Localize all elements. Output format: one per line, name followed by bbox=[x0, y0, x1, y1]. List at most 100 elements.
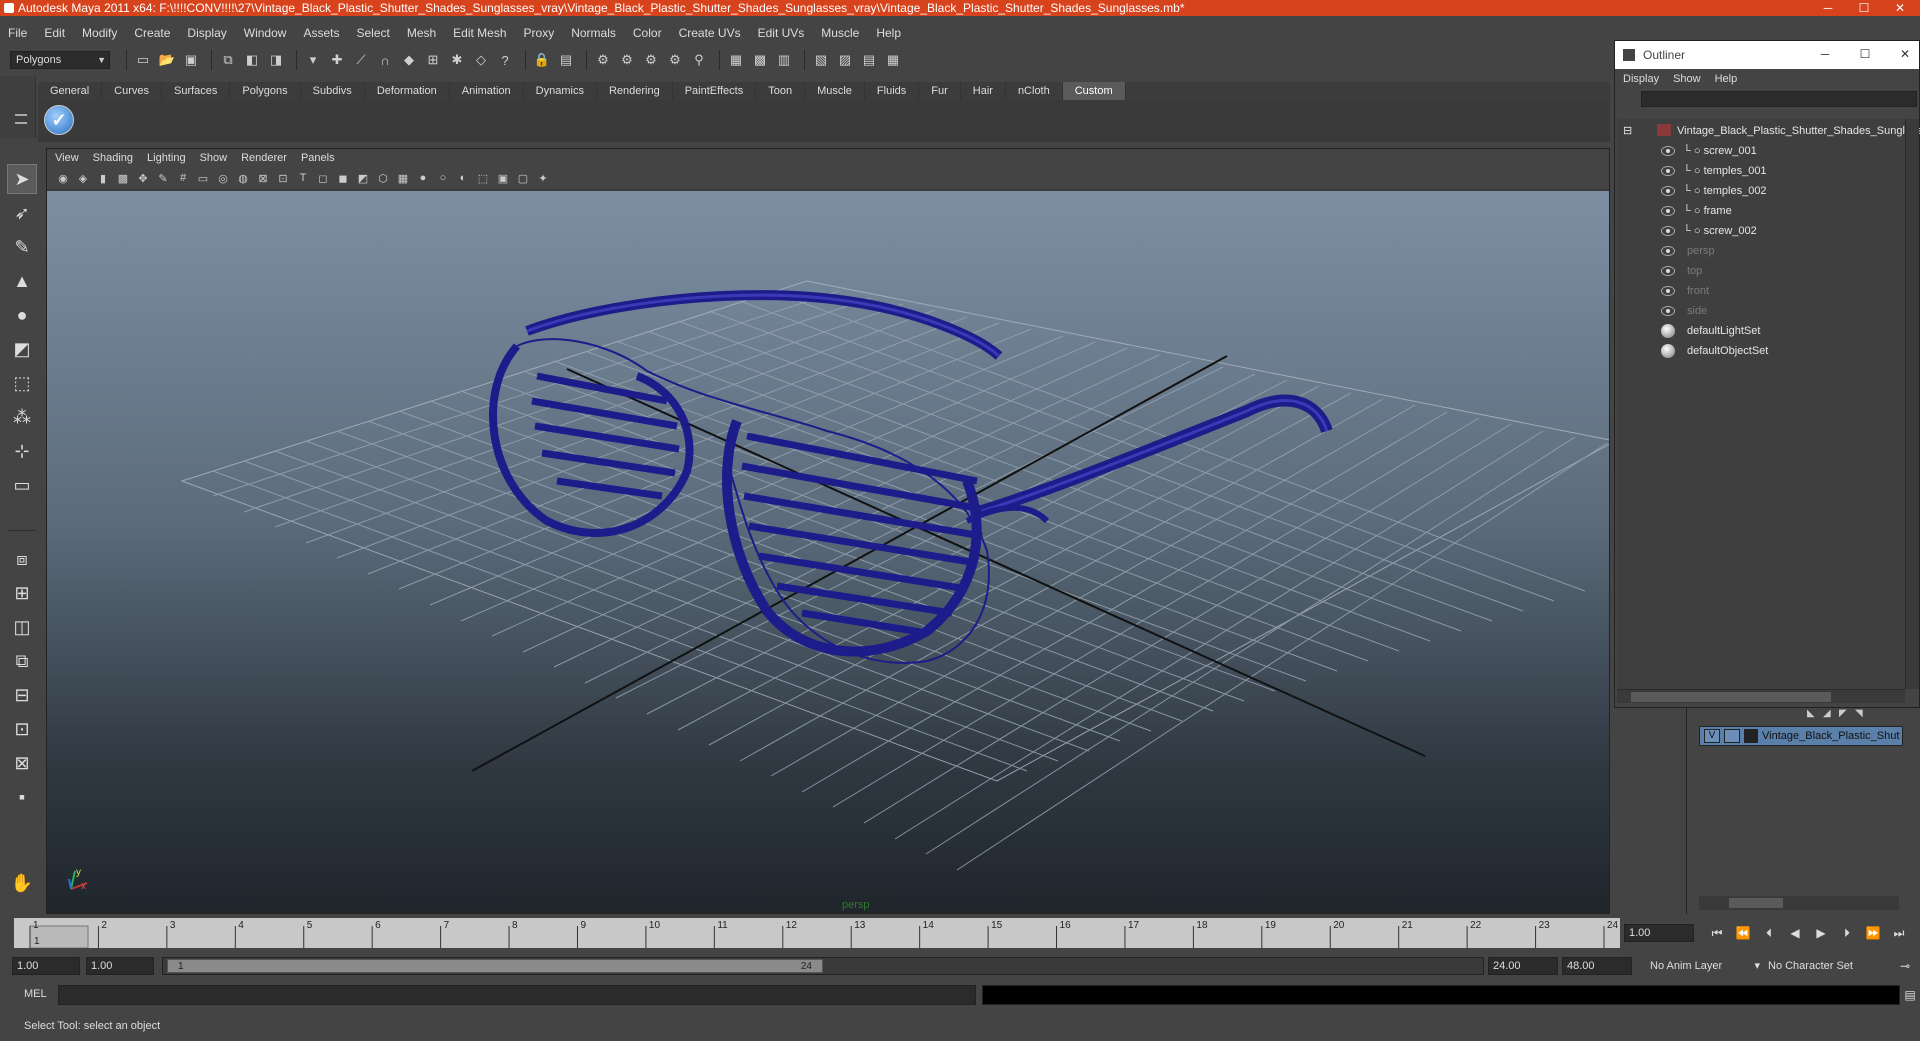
motion-blur-icon[interactable]: ✦ bbox=[535, 170, 551, 186]
tab-polygons[interactable]: Polygons bbox=[230, 82, 301, 100]
shelf-menu[interactable] bbox=[0, 76, 36, 138]
anim-layer-dropdown[interactable]: No Anim Layer ▾ bbox=[1650, 957, 1760, 975]
play-forwards-icon[interactable]: ▶ bbox=[1808, 923, 1834, 943]
layer-editor-icon[interactable]: ▦ bbox=[883, 50, 903, 70]
menu-proxy[interactable]: Proxy bbox=[524, 26, 555, 40]
menu-edit-mesh[interactable]: Edit Mesh bbox=[453, 26, 506, 40]
tab-fluids[interactable]: Fluids bbox=[865, 82, 920, 100]
layer-playback-toggle[interactable] bbox=[1724, 729, 1740, 743]
time-slider[interactable]: 1 2 3 4 5 6 7 8 9 10 11 12 13 14 15 16 17 18 19 20 21 22 23 24 1 bbox=[14, 918, 1620, 948]
new-layer-selected-icon[interactable]: ◢ bbox=[1823, 708, 1839, 722]
outliner-close-button[interactable]: ✕ bbox=[1895, 47, 1915, 61]
ol-menu-show[interactable]: Show bbox=[1673, 73, 1701, 85]
new-scene-icon[interactable]: ▭ bbox=[133, 50, 153, 70]
camera-attr-icon[interactable]: ◈ bbox=[75, 170, 91, 186]
list-item[interactable]: defaultLightSet bbox=[1617, 321, 1905, 341]
paint-select-icon[interactable]: ✎ bbox=[7, 232, 37, 262]
playback-start-field[interactable]: 1.00 bbox=[86, 957, 154, 975]
image-plane-icon[interactable]: ▩ bbox=[115, 170, 131, 186]
range-slider-thumb[interactable]: 1 24 bbox=[167, 959, 823, 973]
snap-point-icon[interactable]: ◆ bbox=[399, 50, 419, 70]
menu-window[interactable]: Window bbox=[244, 26, 287, 40]
default-light-icon[interactable]: ◐ bbox=[455, 170, 471, 186]
output-ops-icon[interactable]: ⚙ bbox=[617, 50, 637, 70]
show-manip-icon[interactable]: ⊹ bbox=[7, 436, 37, 466]
safe-title-icon[interactable]: T bbox=[295, 170, 311, 186]
hand-icon[interactable]: ✋ bbox=[7, 868, 37, 898]
ao-icon[interactable]: ▢ bbox=[515, 170, 531, 186]
camera-icon[interactable]: ◉ bbox=[55, 170, 71, 186]
collapse-toggle[interactable]: ⊟ bbox=[1623, 121, 1632, 141]
menu-select[interactable]: Select bbox=[356, 26, 389, 40]
input-ops-icon[interactable]: ⚙ bbox=[593, 50, 613, 70]
script-editor-icon[interactable]: ▤ bbox=[1900, 985, 1920, 1005]
outliner-vertical-scrollbar[interactable] bbox=[1905, 119, 1919, 689]
tab-rendering[interactable]: Rendering bbox=[597, 82, 673, 100]
menu-create[interactable]: Create bbox=[134, 26, 170, 40]
playback-end-field[interactable]: 24.00 bbox=[1488, 957, 1558, 975]
command-language-toggle[interactable]: MEL bbox=[24, 988, 47, 1000]
graph-editor-layout-icon[interactable]: ⊠ bbox=[7, 748, 37, 778]
range-slider-track[interactable]: 1 24 bbox=[162, 957, 1484, 975]
resolution-gate-icon[interactable]: ◎ bbox=[215, 170, 231, 186]
surface-icon[interactable]: ◇ bbox=[471, 50, 491, 70]
tab-muscle[interactable]: Muscle bbox=[805, 82, 865, 100]
bookmark-icon[interactable]: ▮ bbox=[95, 170, 111, 186]
vp-menu-view[interactable]: View bbox=[55, 152, 79, 164]
checkmark-icon[interactable]: ✓ bbox=[44, 105, 74, 135]
tab-dynamics[interactable]: Dynamics bbox=[524, 82, 597, 100]
vp-menu-panels[interactable]: Panels bbox=[301, 152, 335, 164]
selection-mask-icon[interactable]: ✚ bbox=[327, 50, 347, 70]
film-gate-icon[interactable]: ▭ bbox=[195, 170, 211, 186]
scrollbar-thumb[interactable] bbox=[1729, 898, 1783, 908]
step-back-key-icon[interactable]: ⏪ bbox=[1730, 923, 1756, 943]
outliner-search-input[interactable] bbox=[1641, 91, 1917, 107]
tab-deformation[interactable]: Deformation bbox=[365, 82, 450, 100]
hypershade-layout-icon[interactable]: ⊟ bbox=[7, 680, 37, 710]
save-scene-icon[interactable]: ▣ bbox=[181, 50, 201, 70]
tab-general[interactable]: General bbox=[38, 82, 103, 100]
layer-options-icon[interactable]: ◤ bbox=[1839, 708, 1855, 722]
smooth-shade-icon[interactable]: ◼ bbox=[335, 170, 351, 186]
scrollbar-thumb[interactable] bbox=[1631, 692, 1831, 702]
2d-pan-icon[interactable]: ✥ bbox=[135, 170, 151, 186]
four-pane-layout-icon[interactable]: ⊞ bbox=[7, 578, 37, 608]
persp-outliner-layout-icon[interactable]: ⊡ bbox=[7, 714, 37, 744]
tab-ncloth[interactable]: nCloth bbox=[1006, 82, 1063, 100]
tab-hair[interactable]: Hair bbox=[961, 82, 1006, 100]
list-item-root[interactable]: Vintage_Black_Plastic_Shutter_Shades_Sun… bbox=[1657, 121, 1920, 141]
filter-icon[interactable]: ▾ bbox=[303, 50, 323, 70]
tab-fur[interactable]: Fur bbox=[919, 82, 961, 100]
outliner-persp-layout-icon[interactable]: ◫ bbox=[7, 612, 37, 642]
menu-set-selector[interactable]: Polygons ▼ bbox=[10, 51, 110, 69]
tab-surfaces[interactable]: Surfaces bbox=[162, 82, 231, 100]
safe-action-icon[interactable]: ⊡ bbox=[275, 170, 291, 186]
select-component-icon[interactable]: ◨ bbox=[266, 50, 286, 70]
select-object-icon[interactable]: ◧ bbox=[242, 50, 262, 70]
maximize-button[interactable]: ☐ bbox=[1850, 0, 1878, 16]
tab-animation[interactable]: Animation bbox=[450, 82, 524, 100]
channel-box-icon[interactable]: ▤ bbox=[859, 50, 879, 70]
layer-horizontal-scrollbar[interactable] bbox=[1699, 896, 1899, 910]
outliner-minimize-button[interactable]: ─ bbox=[1815, 47, 1835, 61]
menu-assets[interactable]: Assets bbox=[303, 26, 339, 40]
layer-row[interactable]: V Vintage_Black_Plastic_Shutter_Shades_S… bbox=[1699, 726, 1903, 746]
step-forward-key-icon[interactable]: ⏩ bbox=[1860, 923, 1886, 943]
vp-menu-lighting[interactable]: Lighting bbox=[147, 152, 186, 164]
play-backwards-icon[interactable]: ◀ bbox=[1782, 923, 1808, 943]
persp-graph-layout-icon[interactable]: ⧉ bbox=[7, 646, 37, 676]
menu-file[interactable]: File bbox=[8, 26, 27, 40]
lights-icon[interactable]: ● bbox=[415, 170, 431, 186]
layer-visibility-toggle[interactable]: V bbox=[1704, 729, 1720, 743]
menu-help[interactable]: Help bbox=[876, 26, 901, 40]
isolate-select-icon[interactable]: ⬚ bbox=[475, 170, 491, 186]
snap-curve-icon[interactable]: ∩ bbox=[375, 50, 395, 70]
tab-custom[interactable]: Custom bbox=[1062, 82, 1126, 100]
go-to-start-icon[interactable]: ⏮ bbox=[1704, 923, 1730, 943]
snap-grid-icon[interactable]: ⟋ bbox=[351, 50, 371, 70]
new-layer-icon[interactable]: ◣ bbox=[1807, 708, 1823, 722]
list-item[interactable]: └ ○ temples_002 bbox=[1617, 181, 1905, 201]
menu-edit[interactable]: Edit bbox=[44, 26, 65, 40]
menu-normals[interactable]: Normals bbox=[571, 26, 616, 40]
list-item[interactable]: side bbox=[1617, 301, 1905, 321]
